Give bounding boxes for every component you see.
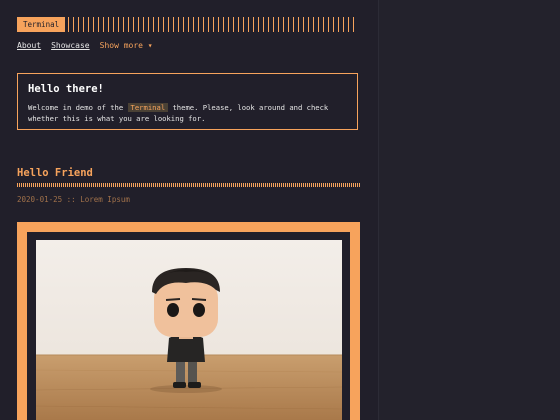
funko-figure-photo (36, 240, 342, 420)
post-cover-frame (17, 222, 360, 420)
intro-title: Hello there! (28, 83, 104, 95)
site-logo[interactable]: Terminal (17, 17, 66, 32)
post-author: Lorem Ipsum (80, 195, 130, 204)
nav-link-about[interactable]: About (17, 41, 41, 50)
post-date: 2020-01-25 (17, 195, 63, 204)
meta-separator: :: (66, 195, 76, 204)
show-more-dropdown[interactable]: Show more ▾ (100, 41, 153, 50)
post-title-underline (17, 183, 360, 187)
intro-text: Welcome in demo of the Terminal theme. P… (28, 102, 347, 124)
post-cover-image[interactable] (36, 240, 342, 420)
post-meta: 2020-01-25 :: Lorem Ipsum (17, 195, 130, 204)
intro-framed-box: Hello there! Welcome in demo of the Term… (17, 73, 358, 130)
post-title-link[interactable]: Hello Friend (17, 167, 93, 179)
nav-link-showcase[interactable]: Showcase (51, 41, 90, 50)
post-cover-border (27, 232, 350, 420)
inline-code: Terminal (127, 103, 169, 112)
intro-text-start: Welcome in demo of the (28, 103, 128, 112)
empty-right-pane (378, 0, 560, 420)
logo-decoration (63, 17, 358, 32)
main-menu: About Showcase Show more ▾ (17, 41, 153, 50)
main-column: Terminal About Showcase Show more ▾ Hell… (0, 0, 378, 420)
